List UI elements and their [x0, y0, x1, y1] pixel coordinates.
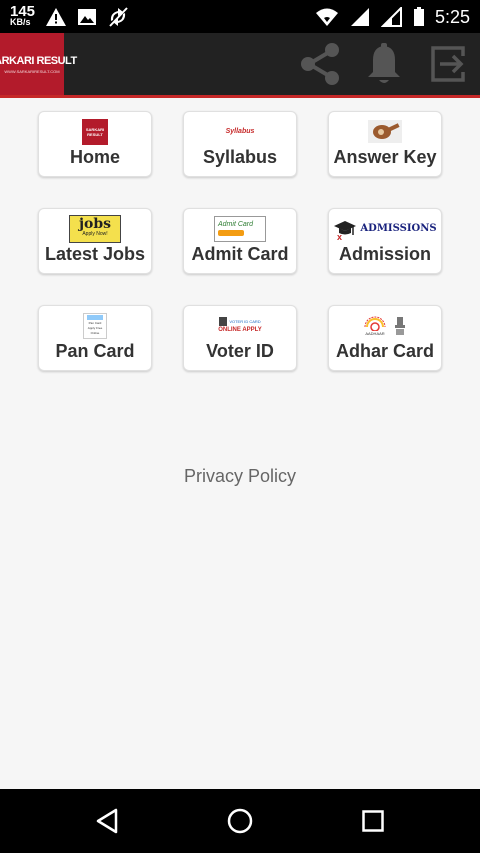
notifications-button[interactable]: [361, 41, 407, 87]
network-speed-value: 145: [10, 3, 36, 20]
home-image-text: SARKARI RESULT: [85, 126, 105, 137]
signal-low-icon: [380, 7, 402, 27]
share-button[interactable]: [297, 41, 343, 87]
image-icon: [78, 9, 97, 25]
admissions-image-text: ADMISSIONS: [360, 223, 437, 234]
voter-id-image: VOTER ID CARD ONLINE APPLY: [216, 312, 264, 339]
tile-admission[interactable]: x ADMISSIONS Admission: [328, 208, 442, 274]
tile-latest-jobs-label: Latest Jobs: [44, 244, 146, 264]
pan-card-image: Pan Card Apply Free Online: [83, 312, 107, 339]
aadhaar-image-text: AADHAAR: [365, 330, 385, 336]
status-bar: 145 KB/s 5:25: [0, 0, 480, 33]
app-logo-text: SARKARI RESULT: [0, 54, 77, 67]
emblem-icon: [395, 316, 405, 335]
syllabus-image: Syllabus: [223, 125, 257, 139]
syllabus-image-text: Syllabus: [225, 128, 255, 135]
tile-pan-card[interactable]: Pan Card Apply Free Online Pan Card: [38, 305, 152, 371]
sarkari-result-logo-image: SARKARI RESULT: [82, 118, 108, 145]
clock: 5:25: [434, 6, 470, 27]
tile-answer-key-label: Answer Key: [333, 147, 437, 167]
tile-syllabus-label: Syllabus: [202, 147, 278, 167]
aadhaar-logo-icon: [364, 316, 386, 331]
jobs-image-text: jobs: [78, 215, 112, 232]
admit-card-image: Admit Card: [214, 215, 266, 242]
tile-syllabus[interactable]: Syllabus Syllabus: [183, 111, 297, 177]
tile-admit-card[interactable]: Admit Card Admit Card: [183, 208, 297, 274]
privacy-policy-link[interactable]: Privacy Policy: [0, 466, 480, 487]
recents-button[interactable]: [353, 801, 393, 841]
voter-id-image-subtext: ONLINE APPLY: [218, 327, 262, 333]
no-sync-icon: [109, 7, 128, 27]
svg-text:x: x: [337, 232, 342, 241]
admit-card-image-text: Admit Card: [218, 221, 254, 228]
app-logo: SARKARI RESULT WWW.SARKARIRESULT.COM: [0, 33, 77, 95]
aadhaar-image: AADHAAR: [364, 315, 386, 337]
back-icon: [96, 808, 118, 834]
home-circle-icon: [227, 808, 253, 834]
jobs-image: jobs Apply Now!: [69, 214, 121, 243]
tile-voter-id-label: Voter ID: [206, 341, 274, 361]
network-speed: 145 KB/s: [10, 3, 36, 28]
tile-admit-card-label: Admit Card: [191, 244, 289, 264]
signal-icon: [350, 8, 369, 26]
pan-image-text-3: Online: [90, 331, 100, 335]
exit-button[interactable]: [425, 41, 471, 87]
graduation-cap-icon: x: [334, 220, 357, 241]
tile-adhar-card-label: Adhar Card: [335, 341, 434, 361]
home-button[interactable]: [220, 801, 260, 841]
app-logo-subtext: WWW.SARKARIRESULT.COM: [4, 68, 60, 74]
voter-id-image-text: VOTER ID CARD: [229, 318, 261, 324]
navigation-bar: [0, 789, 480, 853]
jobs-image-subtext: Apply Now!: [82, 230, 108, 237]
share-icon: [301, 43, 339, 85]
tile-voter-id[interactable]: VOTER ID CARD ONLINE APPLY Voter ID: [183, 305, 297, 371]
tile-latest-jobs[interactable]: jobs Apply Now! Latest Jobs: [38, 208, 152, 274]
tile-answer-key[interactable]: Answer Key: [328, 111, 442, 177]
battery-icon: [413, 7, 424, 26]
wifi-icon: [315, 8, 338, 26]
tile-adhar-card[interactable]: AADHAAR Adhar Card: [328, 305, 442, 371]
tile-home-label: Home: [69, 147, 120, 167]
back-button[interactable]: [87, 801, 127, 841]
answer-key-image: [368, 120, 402, 143]
app-bar: SARKARI RESULT WWW.SARKARIRESULT.COM: [0, 33, 480, 98]
exit-icon: [431, 46, 465, 82]
network-speed-unit: KB/s: [10, 17, 31, 27]
bell-icon: [368, 43, 400, 83]
tile-pan-card-label: Pan Card: [55, 341, 135, 361]
recents-icon: [362, 810, 384, 832]
tile-home[interactable]: SARKARI RESULT Home: [38, 111, 152, 177]
tile-admission-label: Admission: [338, 244, 431, 264]
warning-icon: [46, 8, 67, 26]
